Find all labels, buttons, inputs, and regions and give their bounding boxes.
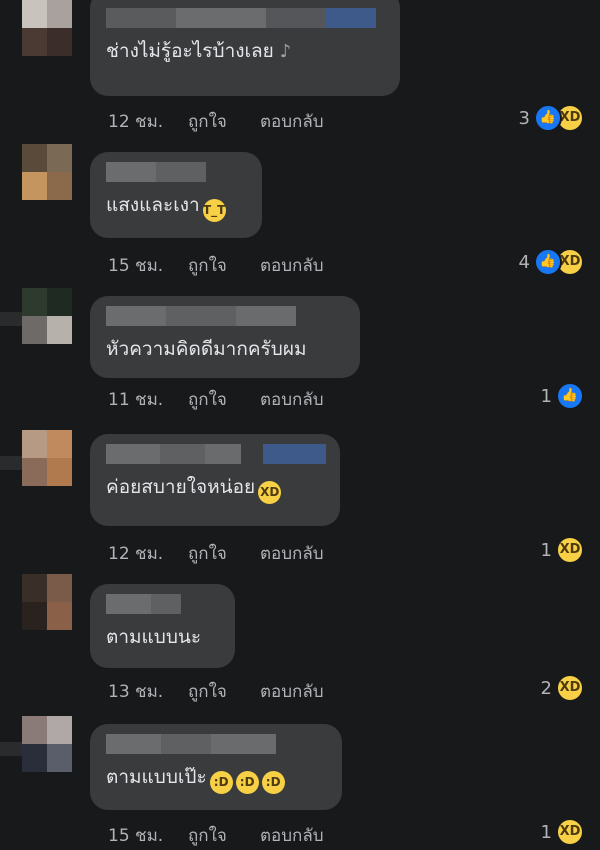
comment-time[interactable]: 12 ชม. <box>108 108 188 135</box>
haha-icon: XD <box>556 536 584 564</box>
avatar[interactable] <box>22 0 72 56</box>
commenter-name-blurred[interactable] <box>106 162 248 182</box>
reply-link[interactable]: ตอบกลับ <box>260 678 324 705</box>
reply-link[interactable]: ตอบกลับ <box>260 822 324 849</box>
like-icon: 👍 <box>556 382 584 410</box>
grinning-emoji-icon: :D <box>261 771 285 794</box>
like-link[interactable]: ถูกใจ <box>188 678 260 705</box>
comment-time[interactable]: 13 ชม. <box>108 678 188 705</box>
like-icon: 👍 <box>534 104 562 132</box>
like-link[interactable]: ถูกใจ <box>188 386 260 413</box>
reaction-summary[interactable]: 1 XD <box>541 818 584 846</box>
comment-text: ค่อยสบายใจหน่อย XD <box>106 474 326 504</box>
comment-bubble: แสงและเงา T_T <box>90 152 262 238</box>
commenter-name-blurred[interactable] <box>106 444 326 464</box>
haha-icon: XD <box>556 674 584 702</box>
comment-time[interactable]: 15 ชม. <box>108 252 188 279</box>
reaction-count: 3 <box>518 107 530 129</box>
reaction-summary[interactable]: 2 XD <box>541 674 584 702</box>
comment-text: แสงและเงา T_T <box>106 192 248 222</box>
comment-text: ช่างไม่รู้อะไรบ้างเลย ♪ <box>106 38 386 65</box>
like-link[interactable]: ถูกใจ <box>188 822 260 849</box>
grinning-emoji-icon: :D <box>235 771 259 794</box>
like-link[interactable]: ถูกใจ <box>188 108 260 135</box>
comment-bubble: ค่อยสบายใจหน่อย XD <box>90 434 340 526</box>
laughing-emoji-icon: XD <box>258 481 282 504</box>
avatar-blur-edge <box>0 312 22 326</box>
reply-link[interactable]: ตอบกลับ <box>260 108 324 135</box>
reply-link[interactable]: ตอบกลับ <box>260 540 324 567</box>
comment-time[interactable]: 11 ชม. <box>108 386 188 413</box>
like-link[interactable]: ถูกใจ <box>188 252 260 279</box>
comment-time[interactable]: 15 ชม. <box>108 822 188 849</box>
comment-meta: 11 ชม. ถูกใจ ตอบกลับ <box>108 386 324 413</box>
avatar[interactable] <box>22 716 72 772</box>
comment-text: ตามแบบนะ <box>106 626 202 648</box>
like-icon: 👍 <box>534 248 562 276</box>
reply-link[interactable]: ตอบกลับ <box>260 386 324 413</box>
avatar-blur-edge <box>0 456 22 470</box>
commenter-name-blurred[interactable] <box>106 8 386 28</box>
comment-meta: 15 ชม. ถูกใจ ตอบกลับ <box>108 252 324 279</box>
comment-bubble: หัวความคิดดีมากครับผม <box>90 296 360 378</box>
haha-icon: XD <box>556 818 584 846</box>
reaction-count: 2 <box>540 677 552 699</box>
comment-meta: 15 ชม. ถูกใจ ตอบกลับ <box>108 822 324 849</box>
comment-text: ตามแบบเป๊ะ:D:D:D <box>106 764 328 794</box>
avatar[interactable] <box>22 430 72 486</box>
commenter-name-blurred[interactable] <box>106 306 346 326</box>
comment-text: หัวความคิดดีมากครับผม <box>106 338 307 360</box>
commenter-name-blurred[interactable] <box>106 594 221 614</box>
like-link[interactable]: ถูกใจ <box>188 540 260 567</box>
comment-meta: 13 ชม. ถูกใจ ตอบกลับ <box>108 678 324 705</box>
comment-meta: 12 ชม. ถูกใจ ตอบกลับ <box>108 108 324 135</box>
reaction-count: 4 <box>518 251 530 273</box>
reaction-count: 1 <box>540 539 552 561</box>
avatar[interactable] <box>22 574 72 630</box>
reaction-summary[interactable]: 4 👍 XD <box>519 248 584 276</box>
reaction-count: 1 <box>540 385 552 407</box>
comment-bubble: ช่างไม่รู้อะไรบ้างเลย ♪ <box>90 0 400 96</box>
grinning-emoji-icon: :D <box>209 771 233 794</box>
avatar[interactable] <box>22 288 72 344</box>
music-note-icon: ♪ <box>279 41 292 62</box>
avatar[interactable] <box>22 144 72 200</box>
reply-link[interactable]: ตอบกลับ <box>260 252 324 279</box>
commenter-name-blurred[interactable] <box>106 734 328 754</box>
comment-time[interactable]: 12 ชม. <box>108 540 188 567</box>
comment-bubble: ตามแบบเป๊ะ:D:D:D <box>90 724 342 810</box>
reaction-summary[interactable]: 1 👍 <box>541 382 584 410</box>
comment-meta: 12 ชม. ถูกใจ ตอบกลับ <box>108 540 324 567</box>
reaction-count: 1 <box>540 821 552 843</box>
crying-emoji-icon: T_T <box>202 199 226 222</box>
reaction-summary[interactable]: 1 XD <box>541 536 584 564</box>
reaction-summary[interactable]: 3 👍 XD <box>519 104 584 132</box>
avatar-blur-edge <box>0 742 22 756</box>
comment-bubble: ตามแบบนะ <box>90 584 235 668</box>
